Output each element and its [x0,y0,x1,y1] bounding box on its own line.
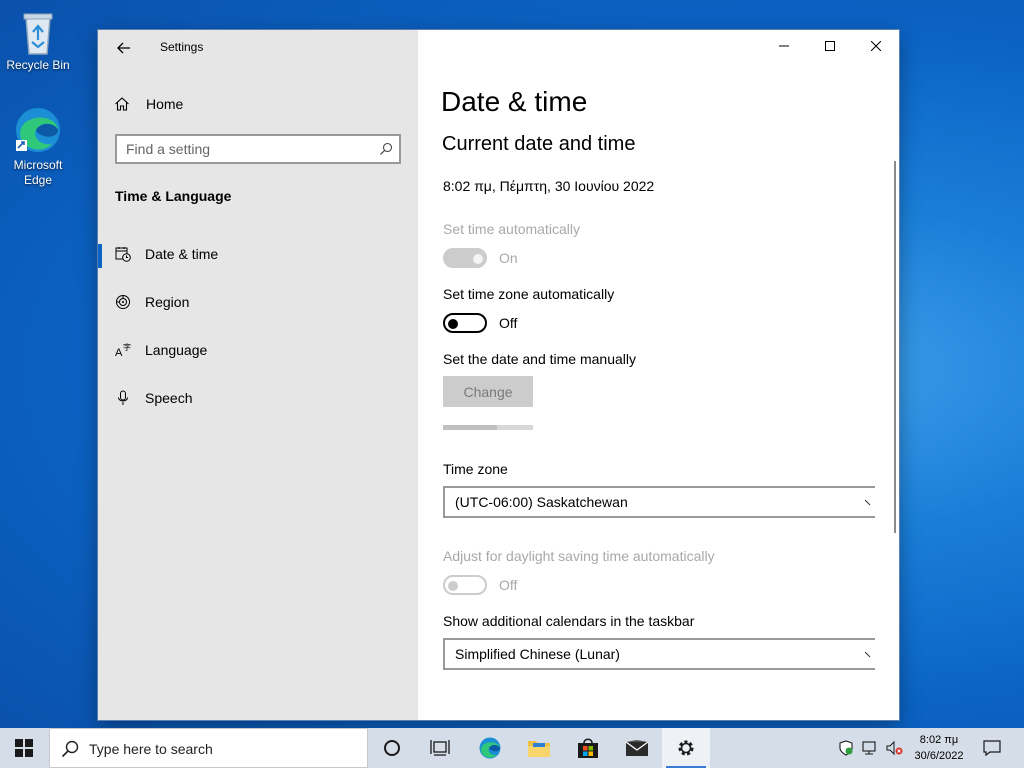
dst-label: Adjust for daylight saving time automati… [443,548,715,564]
settings-window: Settings Home Time & Language [98,30,899,720]
shield-icon [839,740,853,756]
taskbar: Type here to search 8:02 πμ 30/6/2022 [0,728,1024,768]
search-icon [61,740,79,758]
dst-toggle[interactable] [443,575,487,595]
volume-tray-button[interactable] [882,728,906,768]
sidebar-item-label: Date & time [145,246,219,262]
find-setting-input[interactable] [117,136,376,162]
chevron-down-icon [865,499,871,506]
language-icon: A 字 [115,342,131,358]
cortana-circle-icon [384,740,400,756]
file-explorer-button[interactable] [515,728,563,768]
edge-icon [479,737,501,759]
store-button[interactable] [564,728,612,768]
recycle-bin-label: Recycle Bin [6,58,70,72]
set-time-auto-state: On [499,250,518,266]
svg-text:A: A [115,347,123,358]
nav-home[interactable]: Home [114,93,183,115]
timezone-dropdown[interactable]: (UTC-06:00) Saskatchewan [443,486,875,518]
recycle-bin-desktop-icon[interactable]: Recycle Bin [0,8,76,73]
taskbar-clock[interactable]: 8:02 πμ 30/6/2022 [907,732,971,764]
network-icon [862,741,876,755]
network-tray-button[interactable] [858,728,882,768]
find-setting-box[interactable] [115,134,401,164]
clock-date: 30/6/2022 [914,750,964,762]
progress-fill [443,425,497,430]
sidebar-item-label: Language [145,342,208,358]
sidebar-item-label: Speech [145,390,193,406]
dst-state: Off [499,577,518,593]
search-icon [380,142,393,155]
gear-icon [678,740,694,756]
timezone-label: Time zone [443,461,508,477]
clock-time: 8:02 πμ [919,734,959,746]
timezone-value: (UTC-06:00) Saskatchewan [455,494,628,510]
settings-taskbar-button[interactable] [662,728,710,768]
sidebar-item-region[interactable]: Region [98,282,418,322]
maximize-icon [825,41,835,51]
set-time-auto-label: Set time automatically [443,221,580,237]
settings-content-pane: Date & time Current date and time 8:02 π… [418,30,899,720]
taskbar-search-box[interactable]: Type here to search [49,728,368,768]
set-manually-label: Set the date and time manually [443,351,637,367]
edge-label: Microsoft Edge [13,158,63,187]
taskbar-search-placeholder: Type here to search [89,741,213,757]
windows-logo-icon [15,739,33,757]
current-datetime: 8:02 πμ, Πέμπτη, 30 Ιουνίου 2022 [443,178,655,194]
section-heading-current: Current date and time [442,133,636,155]
svg-text:字: 字 [123,342,131,352]
volume-muted-icon [886,740,903,756]
set-time-auto-toggle[interactable] [443,248,487,268]
calendars-label: Show additional calendars in the taskbar [443,613,695,629]
back-arrow-icon [117,42,130,54]
toggle-knob [448,581,458,591]
maximize-button[interactable] [807,30,853,62]
sidebar-item-language[interactable]: A 字 Language [98,330,418,370]
security-tray-button[interactable] [834,728,858,768]
back-button[interactable] [114,38,134,58]
sidebar-item-label: Region [145,294,190,310]
folder-icon [528,741,550,757]
minimize-icon [779,45,789,47]
close-icon [871,41,881,51]
nav-section-title: Time & Language [115,188,232,204]
region-icon [115,294,131,310]
home-icon [115,97,129,111]
microphone-icon [115,390,131,406]
scrollbar[interactable] [894,161,896,533]
edge-desktop-icon[interactable]: Microsoft Edge [0,104,76,188]
set-timezone-auto-label: Set time zone automatically [443,286,615,302]
set-timezone-auto-toggle[interactable] [443,313,487,333]
chevron-down-icon [865,651,871,658]
notifications-button[interactable] [968,728,1016,768]
edge-icon [16,108,60,152]
sidebar-item-date-time[interactable]: Date & time [98,234,418,274]
store-bag-icon [578,738,598,758]
sidebar-item-speech[interactable]: Speech [98,378,418,418]
calendars-dropdown[interactable]: Simplified Chinese (Lunar) [443,638,875,670]
settings-nav-pane: Settings Home Time & Language [98,30,418,720]
close-button[interactable] [853,30,899,62]
mail-icon [625,740,649,756]
change-button[interactable]: Change [443,376,533,407]
set-timezone-auto-state: Off [499,315,518,331]
cortana-button[interactable] [368,728,416,768]
notification-icon [983,740,1001,757]
minimize-button[interactable] [761,30,807,62]
page-title: Date & time [441,86,588,117]
change-progress-bar [443,425,533,430]
toggle-knob [473,254,483,264]
edge-taskbar-button[interactable] [466,728,514,768]
date-time-icon [115,246,131,262]
mail-button[interactable] [613,728,661,768]
recycle-bin-icon [23,13,53,55]
task-view-button[interactable] [416,728,464,768]
app-title: Settings [160,40,204,54]
nav-home-label: Home [146,96,184,112]
toggle-knob [448,319,458,329]
start-button[interactable] [0,728,48,768]
calendars-value: Simplified Chinese (Lunar) [455,646,620,662]
task-view-icon [430,740,450,756]
